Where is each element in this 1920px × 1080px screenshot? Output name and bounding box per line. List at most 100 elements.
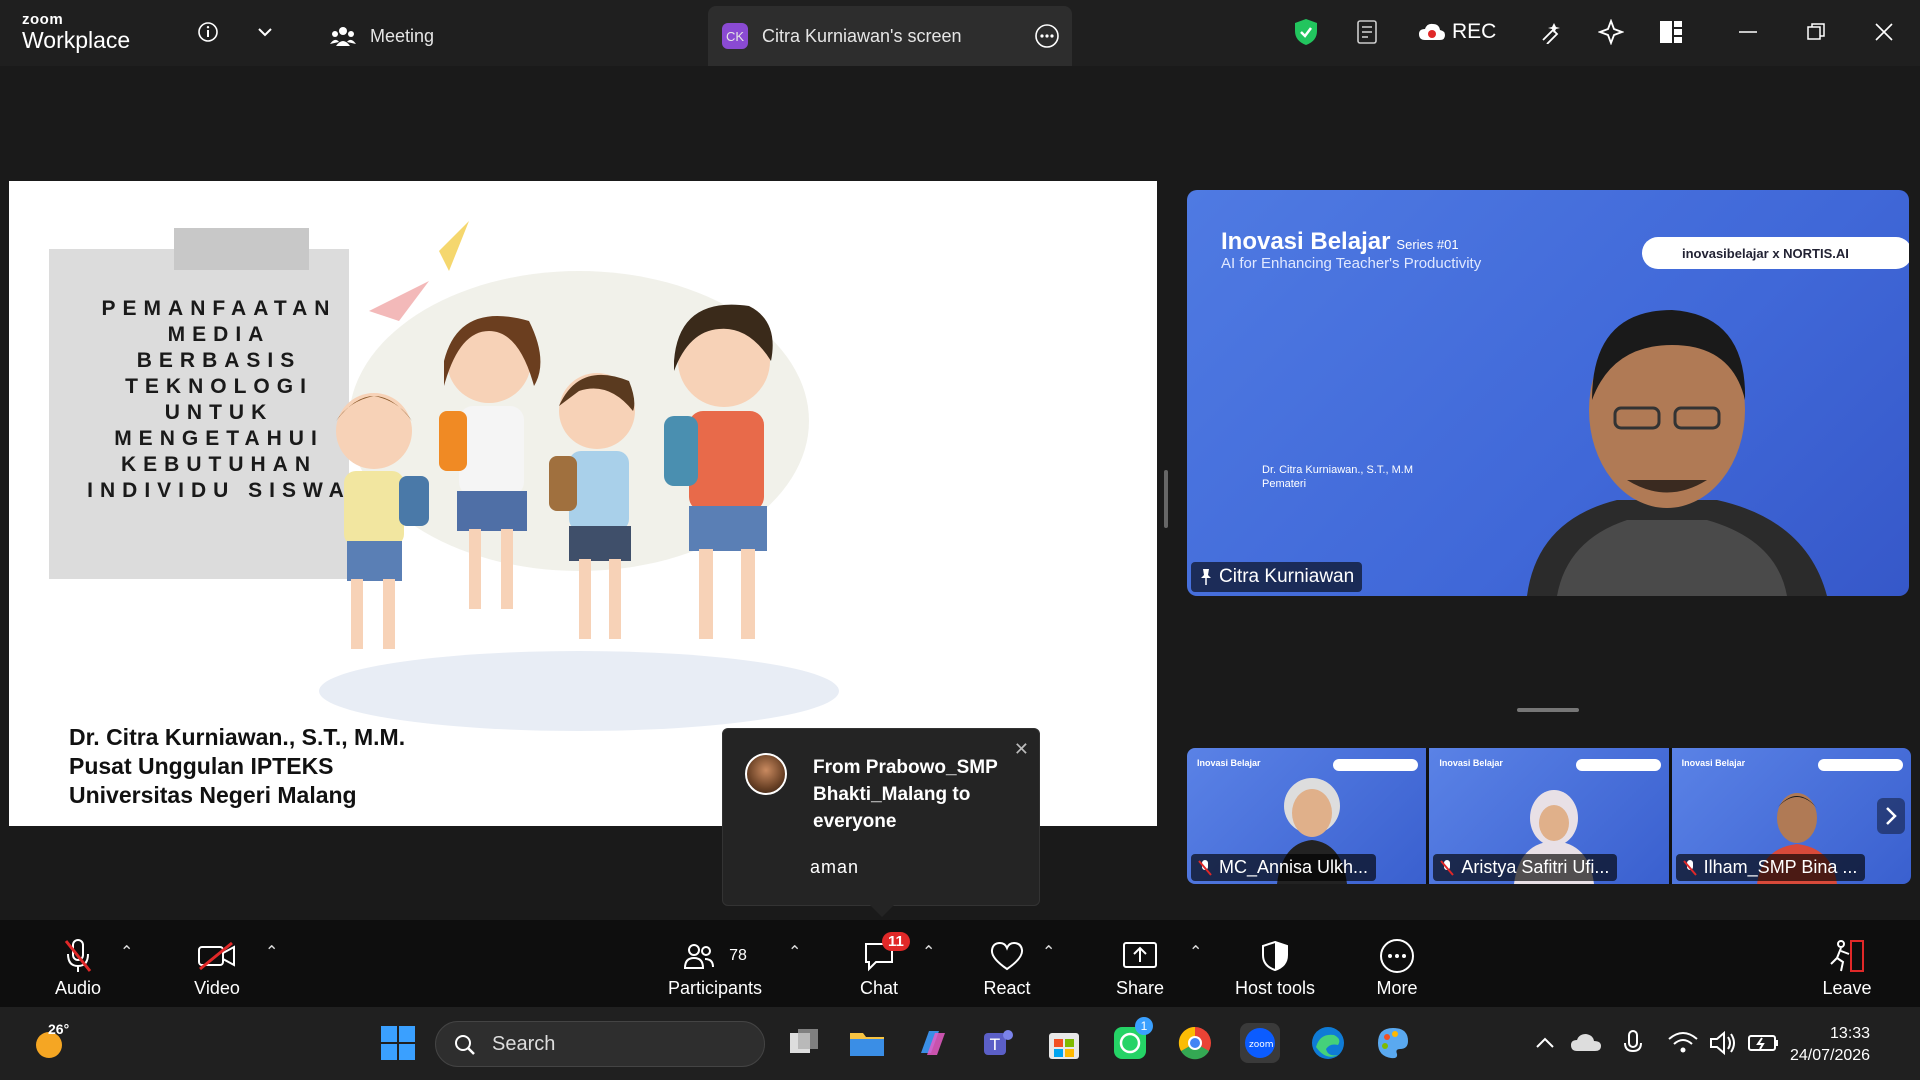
participants-count: 78 <box>729 947 747 964</box>
zoom-taskbar-icon[interactable]: zoom <box>1240 1023 1280 1063</box>
participant-thumb[interactable]: Inovasi Belajar Ilham_SMP Bina ... <box>1671 748 1911 884</box>
microsoft-store-icon[interactable] <box>1044 1023 1084 1063</box>
audio-options-caret[interactable]: ⌃ <box>120 942 133 962</box>
microphone-tray-icon[interactable] <box>1613 1023 1653 1063</box>
close-icon[interactable] <box>1866 14 1902 50</box>
video-label: Video <box>194 978 240 998</box>
clock-date: 24/07/2026 <box>1790 1047 1871 1064</box>
copilot-icon[interactable] <box>913 1023 953 1063</box>
logo-bottom-text: Workplace <box>22 27 131 53</box>
thumb-title: Inovasi Belajar <box>1439 758 1503 768</box>
active-speaker-video[interactable]: Inovasi Belajar Series #01 AI for Enhanci… <box>1187 190 1909 596</box>
teams-icon[interactable]: T <box>978 1023 1018 1063</box>
volume-icon[interactable] <box>1703 1023 1743 1063</box>
more-label: More <box>1376 978 1418 998</box>
gallery-drag-handle[interactable] <box>1517 708 1579 712</box>
rec-label: REC <box>1452 20 1497 43</box>
splitter-handle[interactable] <box>1164 470 1168 528</box>
muted-mic-icon <box>1198 860 1212 876</box>
taskbar-search[interactable]: Search <box>435 1021 765 1067</box>
encryption-shield-icon[interactable] <box>1288 14 1324 50</box>
react-label: React <box>983 978 1031 998</box>
windows-taskbar: 26° Search T 1 zoom 13:33 24/07/2026 <box>0 1007 1920 1080</box>
more-options-icon[interactable] <box>1034 23 1060 54</box>
speaker-name: Citra Kurniawan <box>1219 566 1355 587</box>
participants-button[interactable]: 78 Participants <box>655 934 775 999</box>
tab-meeting-label: Meeting <box>370 25 435 46</box>
edge-icon[interactable] <box>1308 1023 1348 1063</box>
audio-label: Audio <box>54 978 102 998</box>
participants-options-caret[interactable]: ⌃ <box>788 942 801 962</box>
annotate-icon[interactable] <box>1533 14 1569 50</box>
participant-thumb[interactable]: Inovasi Belajar MC_Annisa Ulkh... <box>1187 748 1427 884</box>
search-icon <box>455 1035 475 1055</box>
video-button[interactable]: Video <box>167 934 267 999</box>
leave-label: Leave <box>1822 978 1872 998</box>
chat-button[interactable]: Chat <box>829 934 929 999</box>
video-off-icon <box>198 941 235 971</box>
notes-icon[interactable] <box>1350 14 1386 50</box>
task-view-icon[interactable] <box>784 1023 824 1063</box>
leave-button[interactable]: Leave <box>1797 934 1897 999</box>
muted-mic-icon <box>1682 860 1697 876</box>
ck-avatar: CK <box>722 23 748 49</box>
participant-thumbnail-strip: Inovasi Belajar MC_Annisa Ulkh... Inovas… <box>1187 748 1911 884</box>
host-tools-button[interactable]: Host tools <box>1215 934 1335 999</box>
chevron-right-icon <box>1886 807 1897 825</box>
weather-widget[interactable]: 26° <box>33 1021 69 1066</box>
share-button[interactable]: Share <box>1090 934 1190 999</box>
ai-companion-icon[interactable] <box>1593 14 1629 50</box>
onedrive-icon[interactable] <box>1567 1023 1607 1063</box>
host-tools-shield-icon <box>1262 940 1288 972</box>
file-explorer-icon[interactable] <box>847 1023 887 1063</box>
participants-icon <box>684 944 715 969</box>
video-options-caret[interactable]: ⌃ <box>265 942 278 962</box>
search-placeholder: Search <box>492 1032 556 1055</box>
meeting-people-icon <box>330 27 356 46</box>
minimize-icon[interactable] <box>1730 14 1766 50</box>
clock-time: 13:33 <box>1830 1025 1871 1042</box>
banner-title: Inovasi Belajar Series #01 <box>1221 228 1459 256</box>
meeting-toolbar: Audio ⌃ Video ⌃ 78 Participants ⌃ Chat ⌃… <box>0 920 1920 1007</box>
slide-author-block: Dr. Citra Kurniawan., S.T., M.M. Pusat U… <box>69 723 405 810</box>
muted-mic-icon <box>1440 860 1455 876</box>
chat-popup-tail <box>870 905 894 917</box>
speaker-figure <box>1527 310 1827 596</box>
chrome-icon[interactable] <box>1175 1023 1215 1063</box>
thumb-title: Inovasi Belajar <box>1681 758 1746 768</box>
info-icon[interactable] <box>190 14 226 50</box>
participant-name-tag: Ilham_SMP Bina ... <box>1675 854 1866 881</box>
battery-icon[interactable] <box>1743 1023 1783 1063</box>
close-icon[interactable]: ✕ <box>1014 739 1029 760</box>
windows-start-icon[interactable] <box>378 1023 418 1063</box>
participant-name: Ilham_SMP Bina ... <box>1703 857 1858 877</box>
share-label: Share <box>1115 978 1165 998</box>
heart-icon <box>990 941 1024 971</box>
chevron-down-icon[interactable] <box>247 14 283 50</box>
react-options-caret[interactable]: ⌃ <box>1042 942 1055 962</box>
participant-name-tag: MC_Annisa Ulkh... <box>1191 854 1377 881</box>
logo-top-text: zoom <box>22 11 64 28</box>
participant-thumb[interactable]: Inovasi Belajar Aristya Safitri Ufi... <box>1429 748 1669 884</box>
banner-subtitle: AI for Enhancing Teacher's Productivity <box>1221 255 1482 272</box>
paint-icon[interactable] <box>1373 1023 1413 1063</box>
share-options-caret[interactable]: ⌃ <box>1189 942 1202 962</box>
chat-notification[interactable]: From Prabowo_SMP Bhakti_Malang to everyo… <box>722 728 1040 906</box>
host-tools-label: Host tools <box>1234 978 1316 998</box>
participant-name-tag: Aristya Safitri Ufi... <box>1433 854 1618 881</box>
recording-indicator[interactable]: REC <box>1418 14 1496 50</box>
wifi-icon[interactable] <box>1663 1023 1703 1063</box>
more-button[interactable]: More <box>1347 934 1447 999</box>
banner-series: Series #01 <box>1396 237 1459 252</box>
gallery-next-button[interactable] <box>1876 798 1905 834</box>
restore-icon[interactable] <box>1798 14 1834 50</box>
tab-meeting[interactable]: Meeting <box>330 6 590 66</box>
system-clock[interactable]: 13:33 24/07/2026 <box>1790 1023 1870 1067</box>
show-hidden-icons-chevron[interactable] <box>1525 1023 1565 1063</box>
tab-shared-screen[interactable]: CK Citra Kurniawan's screen <box>708 6 1072 66</box>
audio-button[interactable]: Audio <box>28 934 128 999</box>
chat-options-caret[interactable]: ⌃ <box>922 942 935 962</box>
banner-title-text: Inovasi Belajar <box>1221 228 1391 255</box>
view-layout-icon[interactable] <box>1653 14 1689 50</box>
title-bar: zoom Workplace Meeting CK Citra Kurniawa… <box>0 0 1920 66</box>
